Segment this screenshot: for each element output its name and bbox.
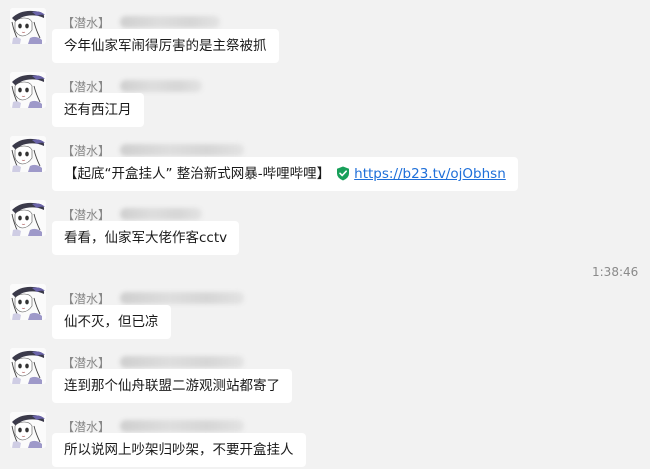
anime-avatar-icon xyxy=(10,72,46,108)
message-bubble[interactable]: 看看，仙家军大佬作客cctv xyxy=(52,221,240,255)
sender-name-redacted xyxy=(120,420,245,432)
anime-avatar-icon xyxy=(10,136,46,172)
message-bubble[interactable]: 还有西江月 xyxy=(52,93,144,127)
avatar[interactable] xyxy=(10,72,46,108)
message-bubble[interactable]: 仙不灭，但已凉 xyxy=(52,305,171,339)
message-text: 所以说网上吵架归吵架，不要开盒挂人 xyxy=(64,442,294,458)
sender-name-redacted xyxy=(120,292,245,304)
member-tag: 【潜水】 xyxy=(62,15,111,30)
anime-avatar-icon xyxy=(10,200,46,236)
avatar[interactable] xyxy=(10,200,46,236)
member-tag: 【潜水】 xyxy=(62,291,111,306)
sender-name-redacted xyxy=(120,16,221,28)
member-tag: 【潜水】 xyxy=(62,207,111,222)
avatar[interactable] xyxy=(10,348,46,384)
message-text: 仙不灭，但已凉 xyxy=(64,314,159,330)
member-tag: 【潜水】 xyxy=(62,419,111,434)
message-timestamp: 1:38:46 xyxy=(592,265,639,279)
avatar[interactable] xyxy=(10,412,46,448)
sender-name-redacted xyxy=(120,208,203,220)
message-bubble[interactable]: 所以说网上吵架归吵架，不要开盒挂人 xyxy=(52,433,306,467)
avatar[interactable] xyxy=(10,284,46,320)
sender-name-redacted xyxy=(120,356,245,368)
sender-name-redacted xyxy=(120,80,203,92)
anime-avatar-icon xyxy=(10,348,46,384)
anime-avatar-icon xyxy=(10,412,46,448)
member-tag: 【潜水】 xyxy=(62,143,111,158)
member-tag: 【潜水】 xyxy=(62,355,111,370)
message-link[interactable]: https://b23.tv/ojObhsn xyxy=(354,166,506,182)
verified-shield-icon xyxy=(337,166,350,181)
message-text: 看看，仙家军大佬作客cctv xyxy=(64,230,228,246)
avatar[interactable] xyxy=(10,8,46,44)
message-text: 今年仙家军闹得厉害的是主祭被抓 xyxy=(64,38,267,54)
message-text: 【起底“开盒挂人” 整治新式网暴-哔哩哔哩】 xyxy=(64,166,331,182)
sender-name-redacted xyxy=(120,144,245,156)
message-text: 连到那个仙舟联盟二游观测站都寄了 xyxy=(64,378,280,394)
message-bubble[interactable]: 连到那个仙舟联盟二游观测站都寄了 xyxy=(52,369,292,403)
anime-avatar-icon xyxy=(10,284,46,320)
member-tag: 【潜水】 xyxy=(62,79,111,94)
avatar[interactable] xyxy=(10,136,46,172)
message-bubble[interactable]: 今年仙家军闹得厉害的是主祭被抓 xyxy=(52,29,279,63)
anime-avatar-icon xyxy=(10,8,46,44)
message-bubble[interactable]: 【起底“开盒挂人” 整治新式网暴-哔哩哔哩】 https://b23.tv/ojO… xyxy=(52,157,518,191)
message-text: 还有西江月 xyxy=(64,102,132,118)
